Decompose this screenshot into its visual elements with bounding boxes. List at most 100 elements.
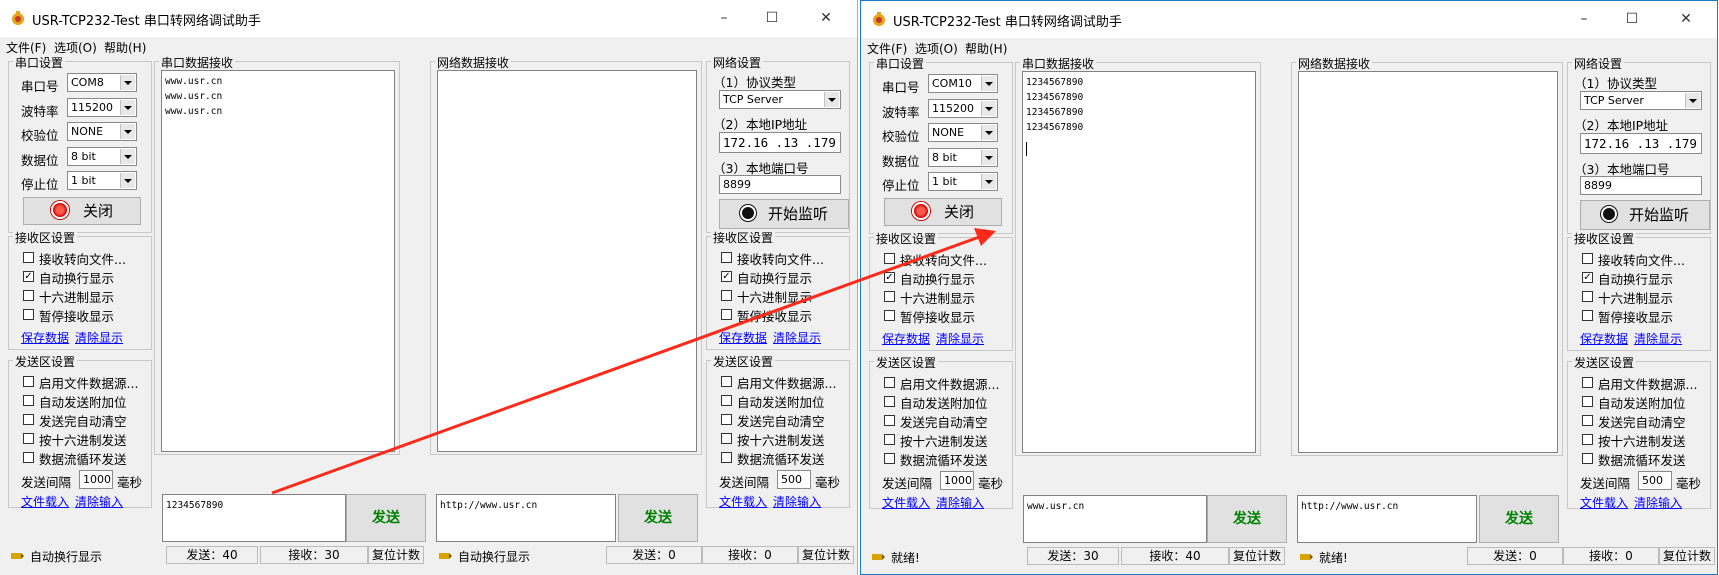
network-send-button[interactable]: 发送 xyxy=(618,494,698,542)
network-reset-count-button[interactable]: 复位计数 xyxy=(1659,547,1715,565)
listen-button[interactable]: 开始监听 xyxy=(719,199,849,229)
local-ip-input[interactable]: 172.16 .13 .179 xyxy=(719,132,841,153)
save-data-link[interactable]: 保存数据 xyxy=(1580,330,1628,347)
checkbox[interactable] xyxy=(884,253,895,264)
file-load-link[interactable]: 文件载入 xyxy=(1580,494,1628,511)
send-interval-input[interactable]: 500 xyxy=(1638,471,1672,490)
checkbox[interactable] xyxy=(721,414,732,425)
listen-button[interactable]: 开始监听 xyxy=(1580,200,1710,230)
checkbox[interactable] xyxy=(884,377,895,388)
network-receive-area[interactable] xyxy=(1298,71,1558,453)
serial-receive-area[interactable]: 1234567890 1234567890 1234567890 1234567890 xyxy=(1022,71,1256,453)
clear-display-link[interactable]: 清除显示 xyxy=(75,329,123,346)
checkbox[interactable]: ✓ xyxy=(721,271,732,282)
checkbox[interactable] xyxy=(884,434,895,445)
file-load-link[interactable]: 文件载入 xyxy=(719,493,767,510)
close-window-button[interactable]: ✕ xyxy=(1663,5,1709,33)
local-ip-input[interactable]: 172.16 .13 .179 xyxy=(1580,133,1702,154)
checkbox[interactable] xyxy=(23,452,34,463)
port-select[interactable]: COM8 xyxy=(67,73,137,92)
maximize-button[interactable]: ☐ xyxy=(749,4,795,32)
databits-select[interactable]: 8 bit xyxy=(928,147,998,167)
clear-display-link[interactable]: 清除显示 xyxy=(936,330,984,347)
serial-receive-area[interactable]: www.usr.cn www.usr.cn www.usr.cn xyxy=(161,70,395,452)
baud-select[interactable]: 115200 xyxy=(928,98,998,118)
baud-select[interactable]: 115200 xyxy=(67,97,137,117)
maximize-button[interactable]: ☐ xyxy=(1609,5,1655,33)
network-receive-area[interactable] xyxy=(437,70,697,452)
checkbox[interactable] xyxy=(1582,415,1593,426)
serial-send-input[interactable]: www.usr.cn xyxy=(1023,495,1207,543)
menu-help[interactable]: 帮助(H) xyxy=(104,39,146,56)
checkbox[interactable] xyxy=(1582,396,1593,407)
checkbox[interactable] xyxy=(721,290,732,301)
minimize-button[interactable]: – xyxy=(701,4,747,32)
checkbox[interactable] xyxy=(721,433,732,444)
network-send-button[interactable]: 发送 xyxy=(1479,495,1559,543)
checkbox[interactable] xyxy=(1582,377,1593,388)
title-bar[interactable]: USR-TCP232-Test 串口转网络调试助手 – ☐ ✕ xyxy=(861,1,1717,38)
local-port-input[interactable]: 8899 xyxy=(1580,176,1702,195)
clear-display-link[interactable]: 清除显示 xyxy=(773,329,821,346)
clear-input-link[interactable]: 清除输入 xyxy=(75,493,123,510)
stopbits-select[interactable]: 1 bit xyxy=(928,172,998,191)
reset-count-button[interactable]: 复位计数 xyxy=(1229,547,1285,565)
network-send-input[interactable]: http://www.usr.cn xyxy=(436,494,616,542)
save-data-link[interactable]: 保存数据 xyxy=(21,329,69,346)
checkbox[interactable]: ✓ xyxy=(23,271,34,282)
checkbox[interactable] xyxy=(23,376,34,387)
checkbox[interactable] xyxy=(1582,434,1593,445)
serial-send-button[interactable]: 发送 xyxy=(1207,495,1287,543)
checkbox[interactable] xyxy=(884,396,895,407)
send-interval-input[interactable]: 1000 xyxy=(940,471,974,490)
clear-input-link[interactable]: 清除输入 xyxy=(936,494,984,511)
checkbox[interactable] xyxy=(1582,253,1593,264)
checkbox[interactable]: ✓ xyxy=(884,272,895,283)
clear-display-link[interactable]: 清除显示 xyxy=(1634,330,1682,347)
serial-toggle-button[interactable]: 关闭 xyxy=(884,198,1002,226)
checkbox[interactable] xyxy=(1582,453,1593,464)
stopbits-select[interactable]: 1 bit xyxy=(67,171,137,190)
file-load-link[interactable]: 文件载入 xyxy=(882,494,930,511)
clear-input-link[interactable]: 清除输入 xyxy=(1634,494,1682,511)
checkbox[interactable] xyxy=(23,433,34,444)
send-interval-input[interactable]: 1000 xyxy=(79,470,113,489)
save-data-link[interactable]: 保存数据 xyxy=(719,329,767,346)
network-send-input[interactable]: http://www.usr.cn xyxy=(1297,495,1477,543)
minimize-button[interactable]: – xyxy=(1561,5,1607,33)
checkbox[interactable] xyxy=(23,309,34,320)
menu-help[interactable]: 帮助(H) xyxy=(965,40,1007,57)
checkbox[interactable] xyxy=(721,452,732,463)
checkbox[interactable] xyxy=(23,395,34,406)
checkbox[interactable] xyxy=(721,252,732,263)
parity-select[interactable]: NONE xyxy=(67,122,137,141)
checkbox[interactable]: ✓ xyxy=(1582,272,1593,283)
checkbox[interactable] xyxy=(23,290,34,301)
checkbox[interactable] xyxy=(1582,291,1593,302)
save-data-link[interactable]: 保存数据 xyxy=(882,330,930,347)
checkbox[interactable] xyxy=(23,414,34,425)
port-select[interactable]: COM10 xyxy=(928,74,998,93)
network-reset-count-button[interactable]: 复位计数 xyxy=(798,546,854,564)
reset-count-button[interactable]: 复位计数 xyxy=(368,546,424,564)
checkbox[interactable] xyxy=(884,453,895,464)
parity-select[interactable]: NONE xyxy=(928,123,998,142)
checkbox[interactable] xyxy=(23,252,34,263)
checkbox[interactable] xyxy=(1582,310,1593,321)
checkbox[interactable] xyxy=(884,291,895,302)
file-load-link[interactable]: 文件载入 xyxy=(21,493,69,510)
title-bar[interactable]: USR-TCP232-Test 串口转网络调试助手 – ☐ ✕ xyxy=(0,0,857,37)
checkbox[interactable] xyxy=(884,415,895,426)
protocol-select[interactable]: TCP Server xyxy=(719,90,841,109)
local-port-input[interactable]: 8899 xyxy=(719,175,841,194)
checkbox[interactable] xyxy=(721,376,732,387)
checkbox[interactable] xyxy=(721,309,732,320)
serial-send-input[interactable]: 1234567890 xyxy=(162,494,346,542)
close-window-button[interactable]: ✕ xyxy=(803,4,849,32)
serial-toggle-button[interactable]: 关闭 xyxy=(23,197,141,225)
checkbox[interactable] xyxy=(721,395,732,406)
databits-select[interactable]: 8 bit xyxy=(67,146,137,166)
checkbox[interactable] xyxy=(884,310,895,321)
protocol-select[interactable]: TCP Server xyxy=(1580,91,1702,110)
serial-send-button[interactable]: 发送 xyxy=(346,494,426,542)
